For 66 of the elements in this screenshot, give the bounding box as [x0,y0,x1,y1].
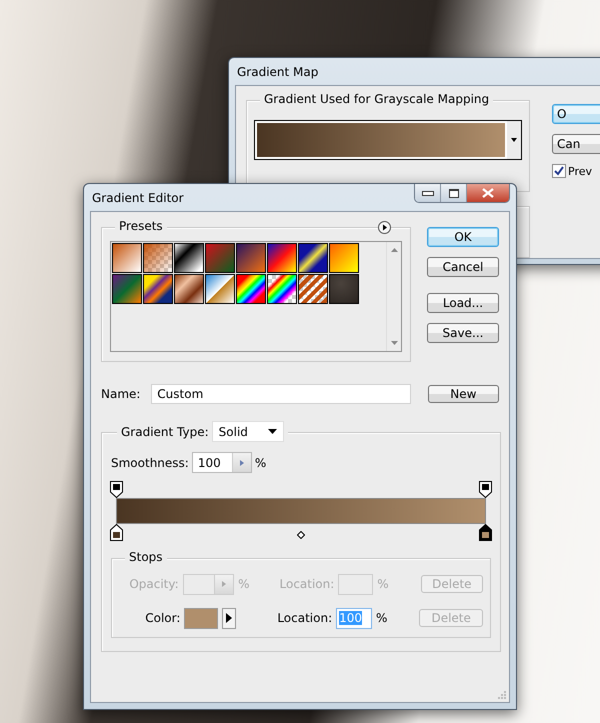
close-icon[interactable] [467,184,509,202]
preset-swatch[interactable] [205,274,235,304]
dialog-button[interactable]: O [552,104,600,124]
preset-swatch[interactable] [112,274,142,304]
maximize-icon[interactable] [441,184,467,202]
preset-swatch[interactable] [298,274,328,304]
menu-arrow-icon[interactable] [378,221,391,234]
gradient-bar[interactable] [116,498,486,524]
preset-swatch[interactable] [329,243,359,273]
dropdown-arrow-icon [268,429,277,434]
name-label: Name: [101,387,142,401]
preview-label: Prev [568,164,592,178]
midpoint-icon[interactable] [297,531,305,539]
preset-swatch[interactable] [236,243,266,273]
location-label: Location: [277,611,332,625]
preset-swatch[interactable] [143,274,173,304]
smoothness-label: Smoothness: [111,456,189,470]
preset-swatch[interactable] [143,243,173,273]
location-label: Location: [280,577,334,591]
preset-swatch[interactable] [205,243,235,273]
preset-swatch[interactable] [112,243,142,273]
name-field[interactable]: Custom [151,384,411,404]
scroll-up-icon[interactable] [390,248,398,252]
resize-grip-icon[interactable] [498,691,506,699]
group-title: Stops [125,550,167,564]
unit-label: % [376,611,388,625]
preset-swatch[interactable] [267,274,297,304]
smoothness-field[interactable]: 100 [192,452,252,473]
slider-arrow-icon[interactable] [240,460,244,466]
preset-swatch[interactable] [236,274,266,304]
preset-swatch[interactable] [174,243,204,273]
preset-swatch[interactable] [174,274,204,304]
group-title: Gradient Used for Grayscale Mapping [260,92,494,106]
preset-swatch[interactable] [298,243,328,273]
gradient-picker[interactable] [254,120,522,160]
scroll-down-icon[interactable] [390,341,398,345]
dialog-button[interactable]: Can [552,134,600,154]
preset-swatch[interactable] [267,243,297,273]
minimize-icon[interactable] [415,184,441,202]
stop-label: Color: [144,611,180,625]
color-menu-button[interactable] [222,608,236,628]
gradient-type-dropdown[interactable]: Solid [212,421,284,442]
color-swatch[interactable] [184,608,218,628]
stop-label: Opacity: [128,577,179,591]
window-title: Gradient Editor [91,190,184,204]
group-title: Presets [115,219,167,233]
opacity-stop-icon[interactable] [110,481,123,498]
dialog-button[interactable]: Load... [427,293,499,313]
preset-swatch[interactable] [329,274,359,304]
window-title: Gradient Map [236,64,318,78]
opacity-stop-icon[interactable] [479,481,492,498]
unit-label: % [377,577,389,591]
dialog-button[interactable]: Cancel [427,257,499,277]
gradient-type-label: Gradient Type: [121,424,209,438]
dropdown-arrow-icon [511,138,517,142]
color-stop-icon[interactable] [110,524,123,541]
color-stop-icon[interactable] [479,524,492,541]
unit-label: % [254,456,266,470]
right-arrow-icon [226,613,232,623]
scrollbar[interactable] [386,242,401,351]
slider-arrow-icon[interactable] [222,581,226,587]
dialog-button[interactable]: Save... [427,323,499,343]
new-button[interactable]: New [428,385,499,403]
unit-label: % [238,577,250,591]
dialog-button[interactable]: OK [427,227,499,247]
preview-checkbox[interactable] [552,164,566,178]
